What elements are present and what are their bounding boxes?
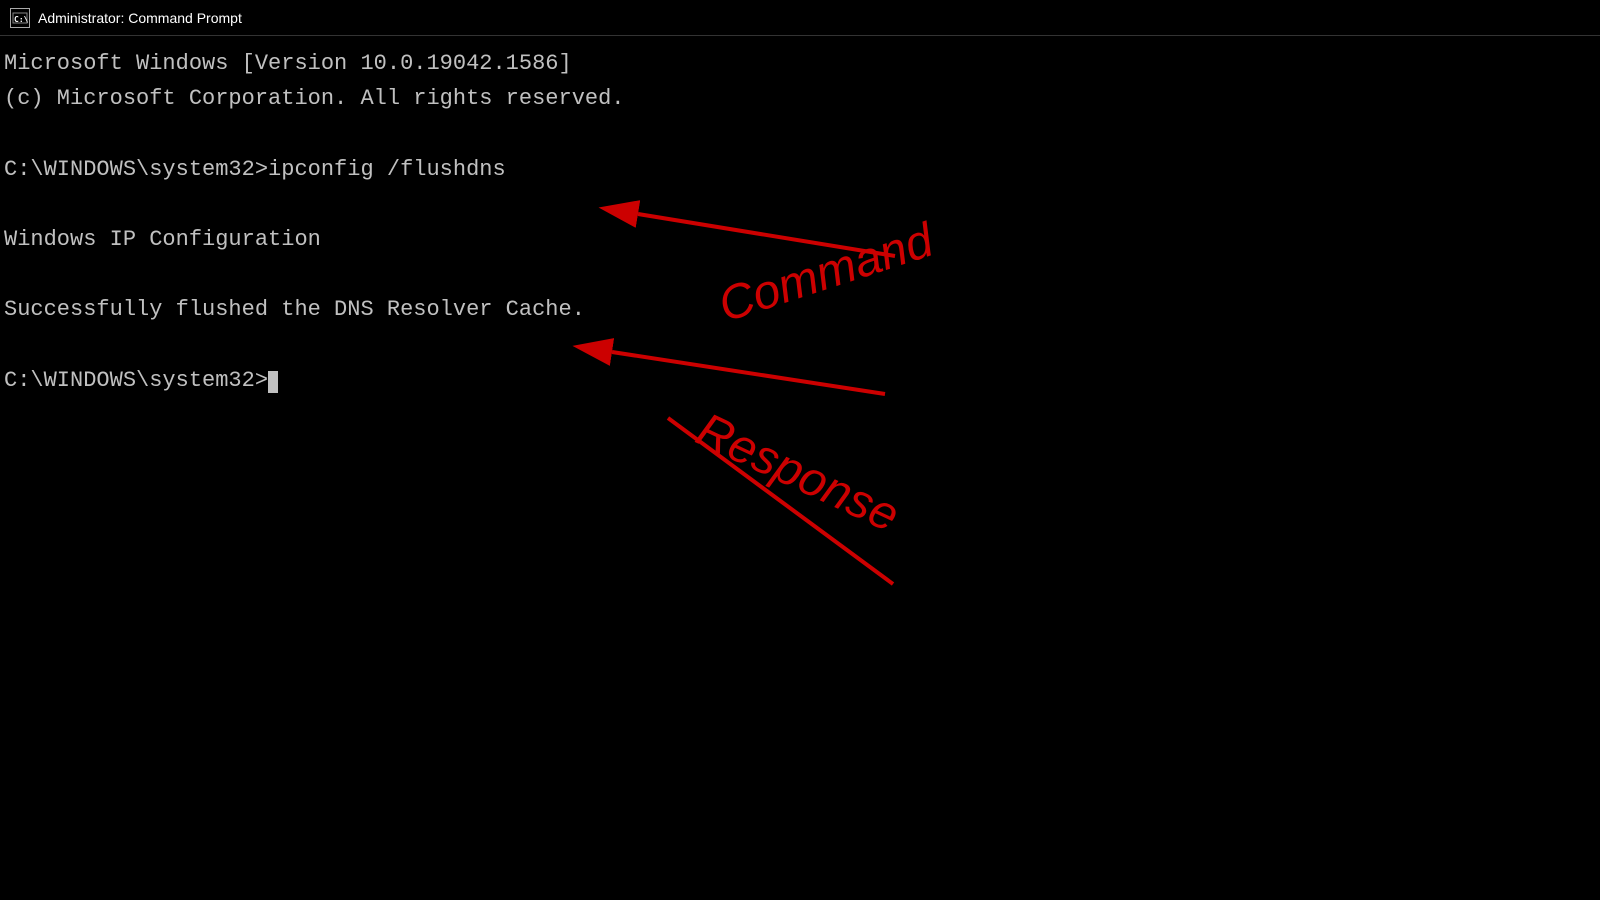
terminal-blank-4 — [4, 328, 1596, 363]
terminal-blank-3 — [4, 257, 1596, 292]
terminal-line-4: C:\WINDOWS\system32>ipconfig /flushdns — [4, 152, 1596, 187]
cursor — [268, 371, 278, 393]
response-label: Response — [689, 403, 907, 542]
terminal-line-6: Windows IP Configuration — [4, 222, 1596, 257]
titlebar-title: Administrator: Command Prompt — [38, 10, 242, 26]
terminal-blank-2 — [4, 187, 1596, 222]
terminal-line-1: Microsoft Windows [Version 10.0.19042.15… — [4, 46, 1596, 81]
svg-text:C:\: C:\ — [14, 15, 29, 24]
terminal-line-8: Successfully flushed the DNS Resolver Ca… — [4, 292, 1596, 327]
terminal-line-2: (c) Microsoft Corporation. All rights re… — [4, 81, 1596, 116]
titlebar: C:\ Administrator: Command Prompt — [0, 0, 1600, 36]
terminal-line-10: C:\WINDOWS\system32> — [4, 363, 1596, 398]
response-arrow-bottom — [668, 418, 893, 584]
terminal-blank-1 — [4, 116, 1596, 151]
terminal: Microsoft Windows [Version 10.0.19042.15… — [0, 36, 1600, 900]
cmd-icon: C:\ — [10, 8, 30, 28]
